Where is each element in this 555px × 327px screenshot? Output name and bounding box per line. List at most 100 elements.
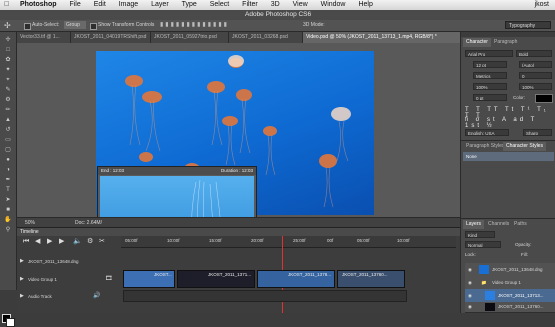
tab-paragraph[interactable]: Paragraph [491,38,520,47]
lasso-icon[interactable]: ✿ [3,56,13,64]
blur-icon[interactable]: ● [3,156,13,164]
blend-mode-select[interactable]: Normal [465,241,501,248]
tab-jkost-05927[interactable]: JKOST_2011_05927trio.psd [151,32,229,43]
history-brush-icon[interactable]: ↺ [3,126,13,134]
menu-image[interactable]: Image [119,0,138,10]
menu-window[interactable]: Window [321,0,346,10]
menu-file[interactable]: File [69,0,80,10]
tab-paragraph-styles[interactable]: Paragraph Styles [463,142,507,151]
time-ruler[interactable]: 05:00f 10:00f 15:00f 20:00f 25:00f 00f 0… [121,236,456,248]
zoom-level[interactable]: 50% [25,220,35,226]
show-transform-checkbox[interactable] [90,23,97,30]
brush-icon[interactable]: ✏ [3,106,13,114]
menu-type[interactable]: Type [182,0,197,10]
play-icon[interactable]: ▶ [47,238,52,246]
track-row[interactable]: ▶ JKOST_2011_13648.dng [17,256,121,268]
expand-arrow-icon[interactable]: ▶ [20,258,24,264]
go-first-frame-icon[interactable]: ⏮ [23,238,29,246]
shape-icon[interactable]: ■ [3,206,13,214]
split-icon[interactable]: ✂ [99,238,105,246]
menu-app[interactable]: Photoshop [20,0,57,10]
move-icon[interactable]: ✢ [3,36,13,44]
gradient-icon[interactable]: ▢ [3,146,13,154]
apple-icon[interactable]:  [4,1,12,8]
video-clip[interactable]: JKOST_2011_13760... [337,270,405,288]
video-clip[interactable]: JKOST... [123,270,175,288]
eye-icon[interactable]: ◉ [468,263,472,276]
tab-jkost-03268[interactable]: JKOST_2011_03268.psd [229,32,303,43]
settings-icon[interactable]: ⚙ [87,238,93,246]
background-color-swatch[interactable] [6,318,15,327]
track-row[interactable]: ▶ Video Group 1 🎞 [17,274,121,286]
tab-vector33[interactable]: Vector33.tif @ 1... [17,32,71,43]
audio-track-lane[interactable] [123,290,407,302]
track-row[interactable]: ▶ Audio Track 🔊 [17,291,121,303]
text-color-swatch[interactable] [535,94,553,103]
font-family-select[interactable]: Arial Pro [465,50,513,57]
next-frame-icon[interactable]: ▶ [59,238,64,246]
crop-icon[interactable]: ⌖ [3,76,13,84]
layer-filter-select[interactable]: Kind [465,231,495,238]
move-tool-icon[interactable]: ✢ [4,21,11,30]
menu-filter[interactable]: Filter [242,0,258,10]
menu-edit[interactable]: Edit [94,0,106,10]
dodge-icon[interactable]: ◑ [3,166,13,174]
layer-row[interactable]: ◉ JKOST_2011_13648.dng [465,263,555,277]
healing-icon[interactable]: ⚙ [3,96,13,104]
layer-group-row[interactable]: ◉ 📁 Video Group 1 [465,276,555,290]
opentype-buttons[interactable]: ﬁ σ st A ad T 1st ½ [465,117,555,129]
font-size-field[interactable]: 12 pt [473,61,507,68]
font-style-select[interactable]: Bold [516,50,552,57]
workspace-switcher[interactable]: Typography [505,21,551,29]
marquee-icon[interactable]: □ [3,46,13,54]
kerning-field[interactable]: Metrics [473,72,507,79]
video-clip[interactable]: JKOST_2011_1371... [177,270,255,288]
eye-icon[interactable]: ◉ [468,276,472,289]
pen-icon[interactable]: ✒ [3,176,13,184]
type-icon[interactable]: T [3,186,13,194]
tab-jkost-04019[interactable]: JKOST_2011_04019TRShift.psd [71,32,151,43]
time-mark: 00f [327,238,334,243]
auto-select-checkbox[interactable] [24,23,31,30]
audio-icon[interactable]: 🔈 [73,238,82,246]
eyedropper-icon[interactable]: ✎ [3,86,13,94]
tab-layers[interactable]: Layers [463,220,485,229]
eraser-icon[interactable]: ▭ [3,136,13,144]
expand-arrow-icon[interactable]: ▶ [20,293,24,299]
quick-select-icon[interactable]: ✦ [3,66,13,74]
expand-arrow-icon[interactable]: ▶ [20,276,24,282]
vertical-scale-field[interactable]: 100% [473,83,507,90]
auto-select-dropdown[interactable]: Group [64,21,86,29]
menu-3d[interactable]: 3D [271,0,280,10]
style-item-none[interactable]: None [463,152,554,161]
film-icon[interactable]: 🎞 [105,275,113,282]
leading-field[interactable]: (Auto) [519,61,552,68]
user-name[interactable]: jkost [535,0,549,10]
menu-layer[interactable]: Layer [151,0,169,10]
menu-view[interactable]: View [293,0,308,10]
hand-icon[interactable]: ✋ [3,216,13,224]
layer-row[interactable]: ◉ JKOST_2011_13760... [465,302,555,313]
anti-alias-select[interactable]: Sharp [523,129,552,136]
tab-channels[interactable]: Channels [485,220,512,229]
path-select-icon[interactable]: ➤ [3,196,13,204]
tab-label: JKOST_2011_05927trio.psd [154,34,217,40]
language-select[interactable]: English: USA [465,129,509,136]
horizontal-scale-field[interactable]: 100% [519,83,552,90]
zoom-icon[interactable]: ⚲ [3,226,13,234]
tab-paths[interactable]: Paths [511,220,530,229]
video-clip[interactable]: JKOST_2011_1378... [257,270,335,288]
align-icons[interactable]: ▮▮▮▮▮▮▮▮▮▮▮▮▮ [160,21,229,28]
tracking-field[interactable]: 0 [519,72,552,79]
tab-video-psd[interactable]: Video.psd @ 50% (JKOST_2011_13713_1.mp4,… [303,32,461,43]
speaker-icon[interactable]: 🔊 [93,292,100,299]
previous-frame-icon[interactable]: ◀ [35,238,40,246]
menu-select[interactable]: Select [210,0,229,10]
clone-stamp-icon[interactable]: ▲ [3,116,13,124]
tab-character[interactable]: Character [463,38,491,47]
tab-character-styles[interactable]: Character Styles [503,142,546,151]
time-mark: 15:00f [209,238,222,243]
menu-help[interactable]: Help [358,0,372,10]
baseline-shift-field[interactable]: 0 pt [473,94,507,101]
eye-icon[interactable]: ◉ [468,300,472,313]
